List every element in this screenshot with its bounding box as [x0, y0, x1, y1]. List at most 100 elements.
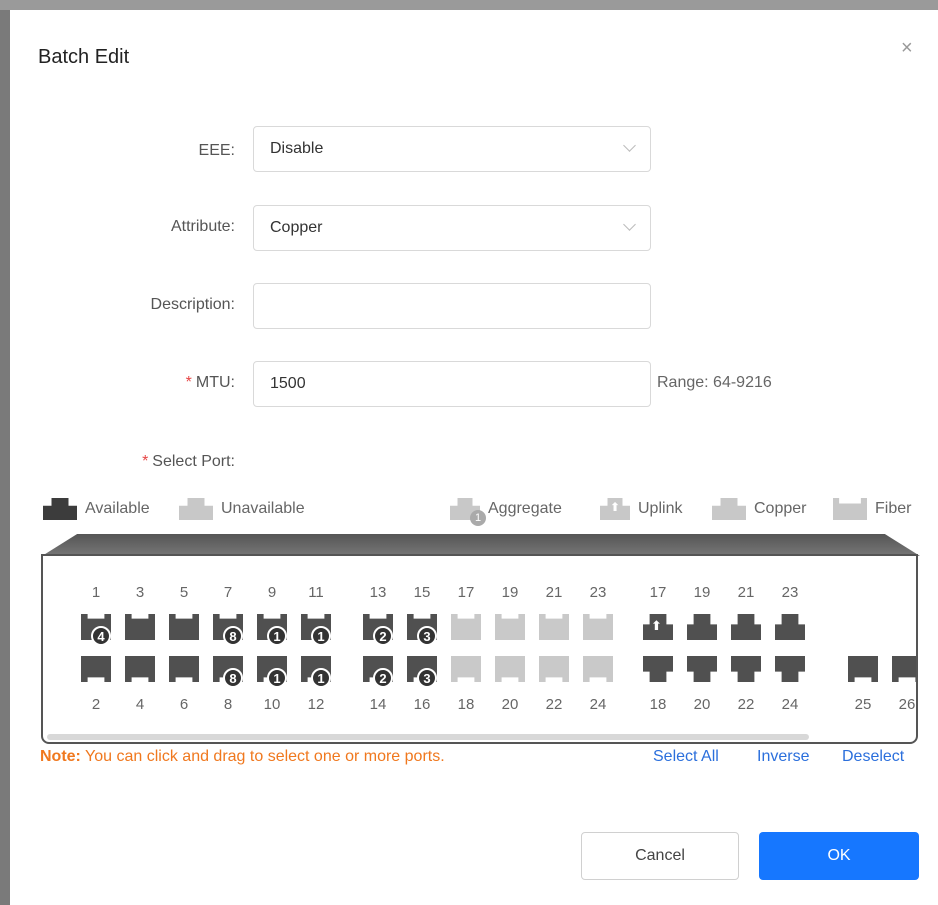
port-icon [583, 614, 613, 640]
port-17[interactable]: ⬆ [643, 614, 673, 644]
port-12[interactable]: 1 [301, 656, 331, 688]
port-number: 2 [91, 696, 101, 713]
port-18[interactable] [451, 656, 481, 686]
aggregate-badge: 1 [267, 668, 287, 688]
port-number: 11 [308, 584, 324, 601]
batch-edit-dialog: Batch Edit × EEE: Disable Attribute: Cop… [10, 10, 938, 905]
attribute-select[interactable]: Copper [253, 205, 651, 251]
port-icon [687, 656, 717, 682]
aggregate-badge: 8 [223, 626, 243, 646]
port-16[interactable]: 3 [407, 656, 437, 688]
port-24[interactable] [775, 656, 805, 686]
port-19[interactable] [687, 614, 717, 644]
legend-available-label: Available [85, 500, 150, 517]
port-26[interactable] [892, 656, 916, 686]
inverse-link[interactable]: Inverse [757, 748, 809, 766]
port-icon [687, 614, 717, 640]
port-4[interactable] [125, 656, 155, 686]
port-15[interactable]: 3 [407, 614, 437, 646]
panel-scrollbar[interactable] [47, 734, 809, 740]
port-8[interactable]: 8 [213, 656, 243, 688]
legend-unavailable: Unavailable [179, 498, 305, 520]
port-20[interactable] [495, 656, 525, 686]
port-icon [775, 614, 805, 640]
uplink-arrow-icon: ⬆ [651, 618, 662, 633]
port-icon [451, 656, 481, 682]
port-number: 17 [457, 584, 475, 601]
port-21[interactable] [731, 614, 761, 644]
legend-fiber-label: Fiber [875, 500, 912, 517]
port-11[interactable]: 1 [301, 614, 331, 646]
aggregate-badge: 1 [311, 668, 331, 688]
port-icon [495, 656, 525, 682]
port-number: 20 [693, 696, 711, 713]
ok-button[interactable]: OK [759, 832, 919, 880]
port-number: 18 [649, 696, 667, 713]
port-number: 25 [854, 696, 872, 713]
port-number: 5 [179, 584, 189, 601]
mtu-label: * MTU: [35, 374, 235, 392]
port-9[interactable]: 1 [257, 614, 287, 646]
port-icon [539, 614, 569, 640]
required-mark: * [142, 453, 149, 470]
port-number: 23 [781, 584, 799, 601]
chevron-down-icon [623, 139, 636, 152]
aggregate-badge: 3 [417, 626, 437, 646]
port-icon [731, 656, 761, 682]
close-icon[interactable]: × [901, 38, 913, 58]
port-20[interactable] [687, 656, 717, 686]
port-number: 21 [545, 584, 563, 601]
port-22[interactable] [539, 656, 569, 686]
legend-copper: Copper [712, 498, 806, 520]
port-2[interactable] [81, 656, 111, 686]
aggregate-badge: 2 [373, 668, 393, 688]
port-number: 13 [369, 584, 387, 601]
port-number: 26 [898, 696, 916, 713]
port-25[interactable] [848, 656, 878, 686]
port-panel[interactable]: 1 4 3 5 7 8 9 1 11 1 2 4 6 8 8 1 10 1 12 13 2 15 3 17 19 21 23 2 14 3… [41, 554, 918, 744]
cancel-button[interactable]: Cancel [581, 832, 739, 880]
legend-aggregate: 1 Aggregate [450, 498, 562, 526]
port-5[interactable] [169, 614, 199, 644]
port-icon [848, 656, 878, 682]
port-number: 20 [501, 696, 519, 713]
eee-select[interactable]: Disable [253, 126, 651, 172]
port-number: 18 [457, 696, 475, 713]
description-input[interactable] [253, 283, 651, 329]
port-13[interactable]: 2 [363, 614, 393, 646]
port-10[interactable]: 1 [257, 656, 287, 688]
legend-uplink-label: Uplink [638, 500, 683, 517]
port-number: 9 [267, 584, 277, 601]
port-14[interactable]: 2 [363, 656, 393, 688]
description-label: Description: [150, 296, 235, 313]
port-icon [81, 656, 111, 682]
port-3[interactable] [125, 614, 155, 644]
legend-uplink: ⬆ Uplink [600, 498, 682, 520]
mtu-input[interactable]: 1500 [253, 361, 651, 407]
required-mark: * [185, 374, 192, 391]
deselect-link[interactable]: Deselect [842, 748, 904, 766]
port-6[interactable] [169, 656, 199, 686]
port-number: 7 [223, 584, 233, 601]
port-icon [451, 614, 481, 640]
port-icon [775, 656, 805, 682]
port-22[interactable] [731, 656, 761, 686]
port-18[interactable] [643, 656, 673, 686]
port-7[interactable]: 8 [213, 614, 243, 646]
aggregate-badge: 4 [91, 626, 111, 646]
port-23[interactable] [583, 614, 613, 644]
port-19[interactable] [495, 614, 525, 644]
port-icon [731, 614, 761, 640]
port-1[interactable]: 4 [81, 614, 111, 646]
port-24[interactable] [583, 656, 613, 686]
port-number: 10 [263, 696, 281, 713]
legend-unavailable-label: Unavailable [221, 500, 305, 517]
port-17[interactable] [451, 614, 481, 644]
select-all-link[interactable]: Select All [653, 748, 719, 766]
port-number: 23 [589, 584, 607, 601]
aggregate-badge: 1 [470, 510, 486, 526]
port-23[interactable] [775, 614, 805, 644]
port-number: 24 [781, 696, 799, 713]
port-21[interactable] [539, 614, 569, 644]
port-number: 15 [413, 584, 431, 601]
